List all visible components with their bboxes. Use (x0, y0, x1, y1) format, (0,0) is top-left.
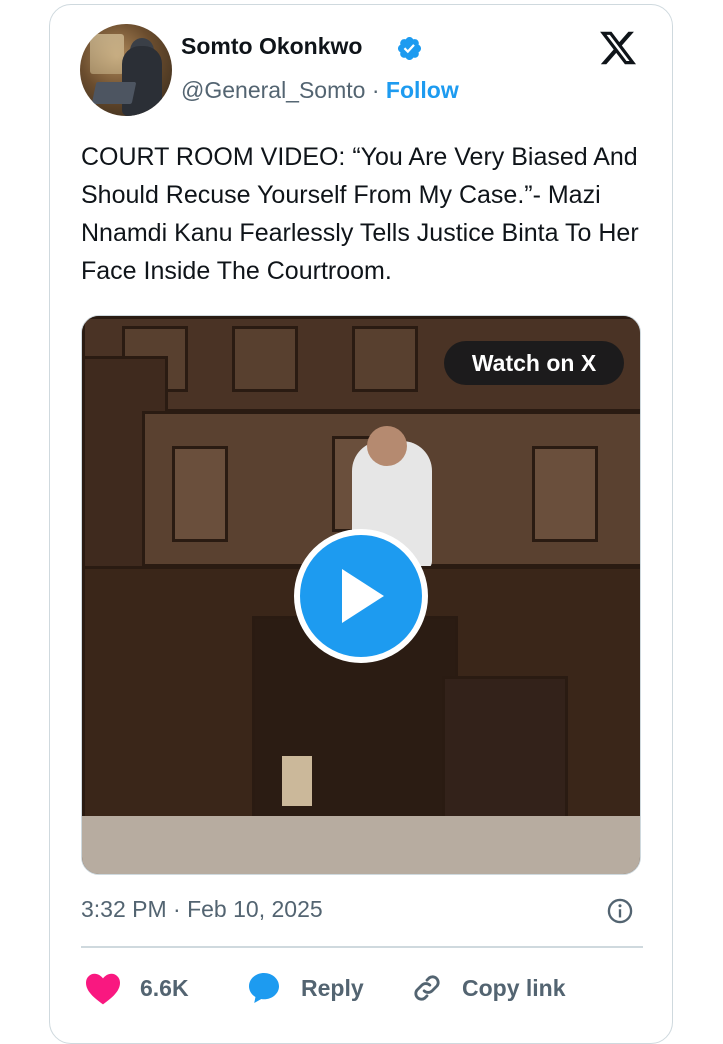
play-button[interactable] (294, 529, 428, 663)
copy-link-button[interactable]: Copy link (410, 966, 566, 1010)
watch-on-x-button[interactable]: Watch on X (444, 341, 624, 385)
info-icon[interactable] (606, 897, 634, 925)
like-count: 6.6K (140, 974, 189, 1001)
handle-row: @General_Somto · Follow (181, 76, 459, 104)
verified-badge-icon (397, 36, 422, 61)
like-button[interactable]: 6.6K (84, 966, 189, 1010)
separator-dot: · (371, 77, 380, 103)
author-handle[interactable]: @General_Somto (181, 77, 365, 103)
link-icon (414, 975, 440, 1001)
copy-link-label: Copy link (462, 974, 566, 1001)
heart-icon (86, 973, 120, 1005)
avatar[interactable] (80, 24, 172, 116)
play-icon (342, 569, 384, 623)
follow-button[interactable]: Follow (386, 77, 459, 103)
x-logo-icon[interactable] (597, 28, 639, 68)
reply-label: Reply (301, 974, 364, 1001)
tweet-timestamp[interactable]: 3:32 PM · Feb 10, 2025 (81, 893, 323, 925)
reply-button[interactable]: Reply (245, 966, 364, 1010)
author-name[interactable]: Somto Okonkwo (181, 32, 362, 60)
tweet-text: COURT ROOM VIDEO: “You Are Very Biased A… (81, 143, 639, 285)
reply-bubble-icon (249, 973, 279, 1003)
divider (81, 946, 643, 948)
